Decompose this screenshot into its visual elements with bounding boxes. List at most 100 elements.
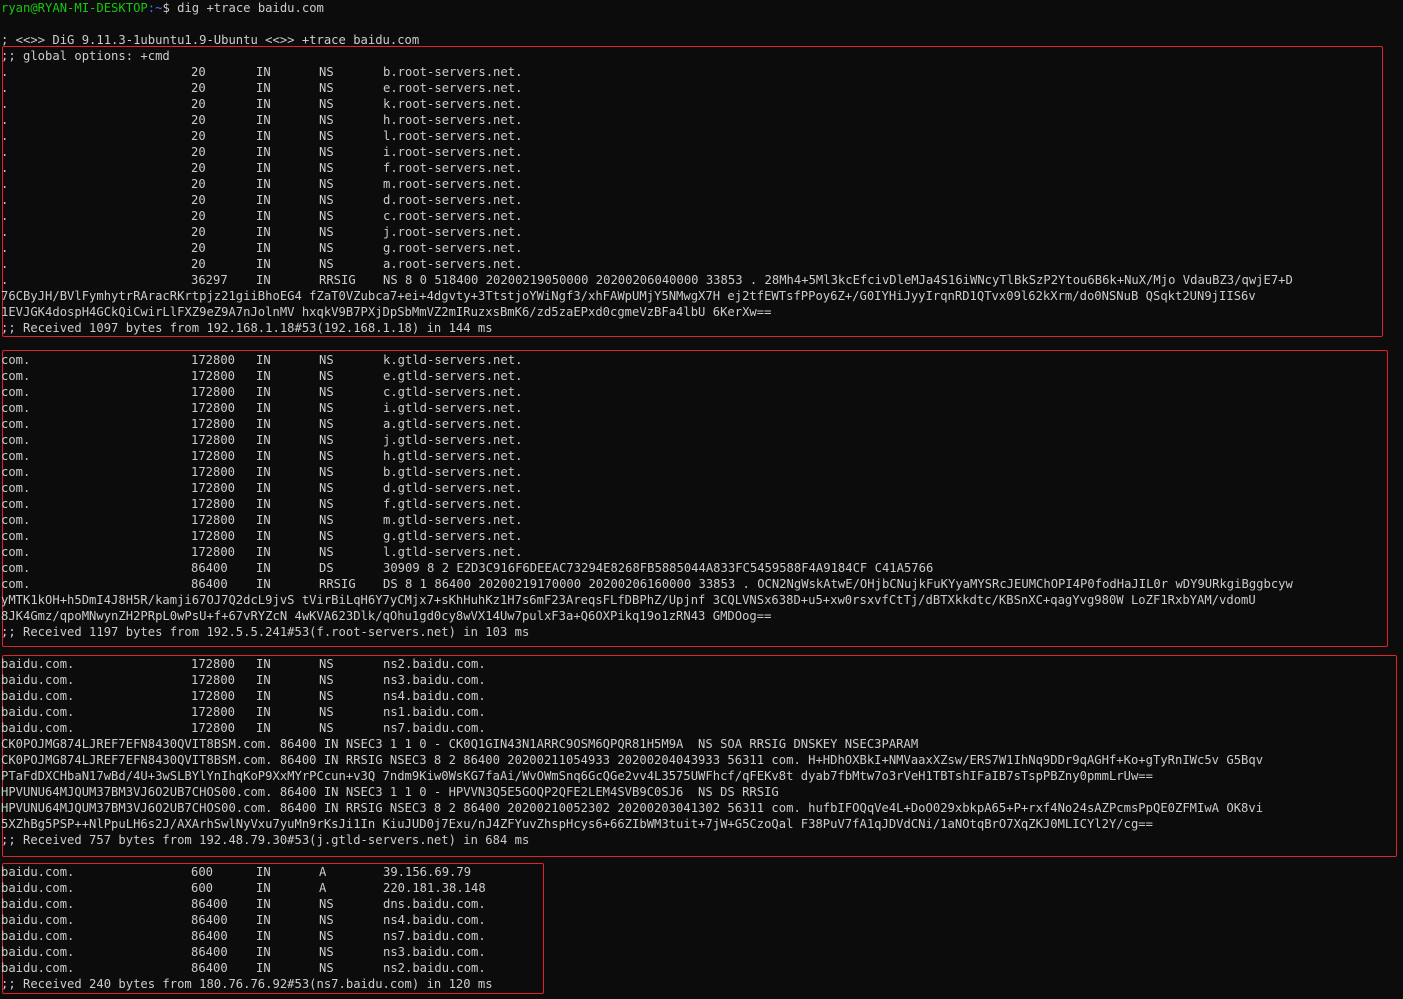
dns-record-continuation: PTaFdDXCHbaN17wBd/4U+3wSLBYlYnIhqKoP9XxM… <box>1 769 1153 783</box>
record-class: IN <box>256 385 271 399</box>
record-type: NS <box>319 433 334 447</box>
record-class: IN <box>256 113 271 127</box>
record-class: IN <box>256 913 271 927</box>
record-name: com. <box>1 497 31 511</box>
prompt-user: ryan@RYAN-MI-DESKTOP <box>1 1 148 15</box>
record-class: IN <box>256 433 271 447</box>
record-name: com. <box>1 545 31 559</box>
record-class: IN <box>256 721 271 735</box>
record-type: A <box>319 865 327 879</box>
record-data: 220.181.38.148 <box>383 881 486 895</box>
record-data: d.root-servers.net. <box>383 193 523 207</box>
record-ttl: 20 <box>191 241 206 255</box>
record-type: NS <box>319 449 334 463</box>
record-ttl: 172800 <box>191 353 236 367</box>
record-ttl: 172800 <box>191 401 236 415</box>
record-ttl: 86400 <box>191 929 228 943</box>
record-class: IN <box>256 577 271 591</box>
record-type: NS <box>319 129 334 143</box>
record-type: NS <box>319 65 334 79</box>
record-ttl: 20 <box>191 81 206 95</box>
record-type: NS <box>319 689 334 703</box>
record-ttl: 172800 <box>191 449 236 463</box>
record-name: baidu.com. <box>1 897 75 911</box>
record-data: l.root-servers.net. <box>383 129 523 143</box>
record-data: a.root-servers.net. <box>383 257 523 271</box>
record-class: IN <box>256 129 271 143</box>
record-type: NS <box>319 945 334 959</box>
record-ttl: 86400 <box>191 945 228 959</box>
record-name: baidu.com. <box>1 657 75 671</box>
record-class: IN <box>256 465 271 479</box>
record-data: i.gtld-servers.net. <box>383 401 523 415</box>
record-ttl: 172800 <box>191 369 236 383</box>
record-class: IN <box>256 353 271 367</box>
record-data: h.gtld-servers.net. <box>383 449 523 463</box>
record-type: NS <box>319 673 334 687</box>
record-type: NS <box>319 961 334 975</box>
record-data: ns1.baidu.com. <box>383 705 486 719</box>
received-summary-line: ;; Received 240 bytes from 180.76.76.92#… <box>1 977 493 991</box>
record-ttl: 172800 <box>191 433 236 447</box>
record-data: ns4.baidu.com. <box>383 913 486 927</box>
record-ttl: 86400 <box>191 897 228 911</box>
record-class: IN <box>256 449 271 463</box>
record-class: IN <box>256 65 271 79</box>
record-name: com. <box>1 465 31 479</box>
record-data: k.root-servers.net. <box>383 97 523 111</box>
record-type: NS <box>319 369 334 383</box>
received-summary-line: ;; Received 1197 bytes from 192.5.5.241#… <box>1 625 530 639</box>
record-name: baidu.com. <box>1 913 75 927</box>
record-ttl: 172800 <box>191 657 236 671</box>
dns-record-continuation: HPVUNU64MJQUM37BM3VJ6O2UB7CHOS00.com. 86… <box>1 801 1264 815</box>
record-name: . <box>1 129 9 143</box>
record-ttl: 20 <box>191 193 206 207</box>
record-data: g.gtld-servers.net. <box>383 529 523 543</box>
record-ttl: 86400 <box>191 561 228 575</box>
record-class: IN <box>256 369 271 383</box>
record-data: d.gtld-servers.net. <box>383 481 523 495</box>
record-class: IN <box>256 161 271 175</box>
record-ttl: 172800 <box>191 465 236 479</box>
record-name: baidu.com. <box>1 721 75 735</box>
received-summary-line: ;; Received 1097 bytes from 192.168.1.18… <box>1 321 493 335</box>
record-class: IN <box>256 145 271 159</box>
record-type: A <box>319 881 327 895</box>
record-name: com. <box>1 513 31 527</box>
record-class: IN <box>256 945 271 959</box>
record-ttl: 172800 <box>191 545 236 559</box>
record-class: IN <box>256 865 271 879</box>
record-type: NS <box>319 401 334 415</box>
record-name: com. <box>1 433 31 447</box>
record-data: ns3.baidu.com. <box>383 945 486 959</box>
record-ttl: 20 <box>191 177 206 191</box>
record-class: IN <box>256 881 271 895</box>
record-class: IN <box>256 545 271 559</box>
record-data: f.root-servers.net. <box>383 161 523 175</box>
prompt-line: ryan@RYAN-MI-DESKTOP:~$ dig +trace baidu… <box>1 0 324 16</box>
record-name: . <box>1 273 9 287</box>
record-data: m.gtld-servers.net. <box>383 513 523 527</box>
record-class: IN <box>256 497 271 511</box>
record-ttl: 20 <box>191 257 206 271</box>
record-ttl: 172800 <box>191 513 236 527</box>
record-name: baidu.com. <box>1 705 75 719</box>
record-data: dns.baidu.com. <box>383 897 486 911</box>
record-name: . <box>1 177 9 191</box>
record-name: com. <box>1 577 31 591</box>
record-type: NS <box>319 161 334 175</box>
record-type: NS <box>319 497 334 511</box>
record-type: NS <box>319 545 334 559</box>
record-data: j.gtld-servers.net. <box>383 433 523 447</box>
record-ttl: 20 <box>191 209 206 223</box>
dns-record-continuation: CK0POJMG874LJREF7EFN8430QVIT8BSM.com. 86… <box>1 737 919 751</box>
received-summary-line: ;; Received 757 bytes from 192.48.79.30#… <box>1 833 530 847</box>
record-data: c.gtld-servers.net. <box>383 385 523 399</box>
record-data: l.gtld-servers.net. <box>383 545 523 559</box>
record-name: . <box>1 97 9 111</box>
record-ttl: 172800 <box>191 721 236 735</box>
record-class: IN <box>256 273 271 287</box>
record-data: b.root-servers.net. <box>383 65 523 79</box>
terminal-window[interactable]: ryan@RYAN-MI-DESKTOP:~$ dig +trace baidu… <box>0 0 1403 999</box>
record-type: DS <box>319 561 334 575</box>
